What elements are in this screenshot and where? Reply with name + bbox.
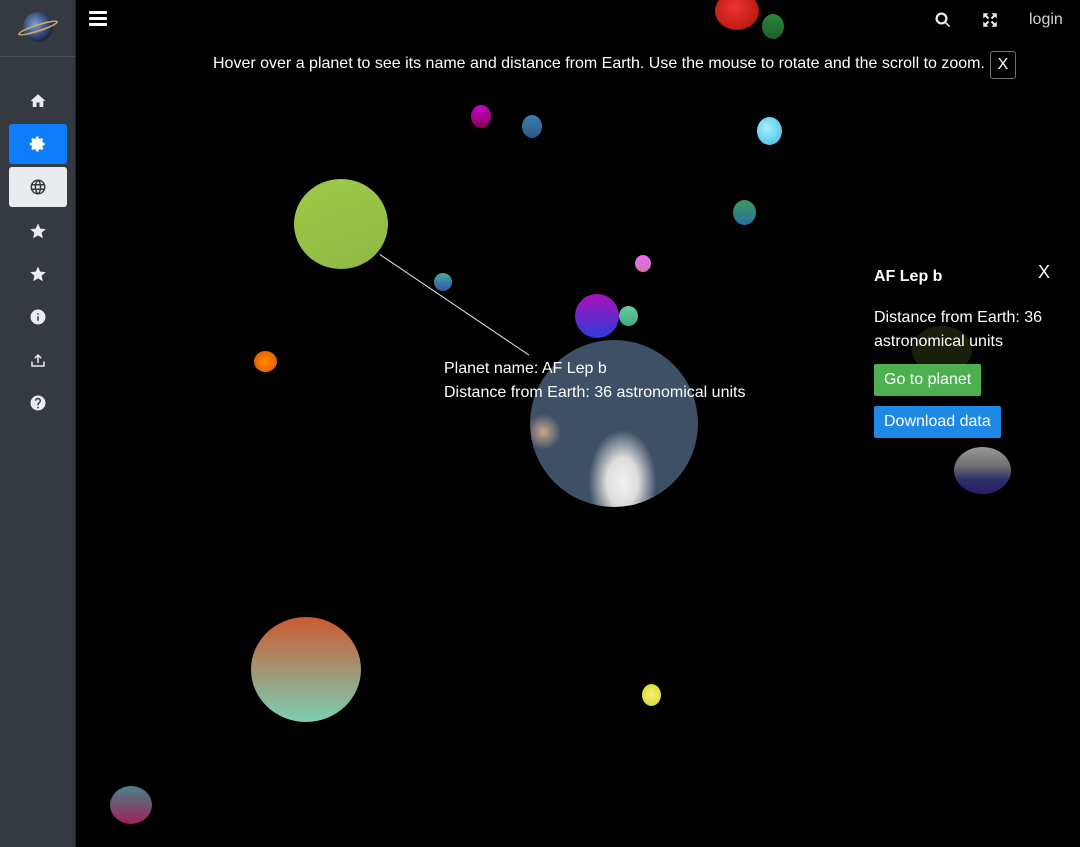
planet[interactable] bbox=[251, 617, 361, 722]
sidebar-item-globe[interactable] bbox=[9, 167, 67, 207]
fullscreen-button[interactable] bbox=[981, 11, 999, 29]
planet[interactable] bbox=[522, 115, 542, 138]
planet-logo[interactable] bbox=[23, 12, 53, 42]
planet[interactable] bbox=[575, 294, 619, 338]
sidebar-item-home[interactable] bbox=[9, 81, 67, 121]
tooltip-name: Planet name: AF Lep b bbox=[444, 360, 607, 377]
planet[interactable] bbox=[757, 117, 782, 145]
sidebar-item-upload[interactable] bbox=[9, 340, 67, 380]
tooltip-distance: Distance from Earth: 36 astronomical uni… bbox=[444, 384, 746, 401]
expand-icon bbox=[983, 13, 997, 27]
instructions-text: Hover over a planet to see its name and … bbox=[213, 55, 985, 72]
sidebar-item-info[interactable] bbox=[9, 297, 67, 337]
planet[interactable] bbox=[733, 200, 756, 225]
info-icon bbox=[30, 309, 46, 325]
panel-title: AF Lep b bbox=[874, 268, 943, 285]
help-icon bbox=[30, 395, 46, 411]
planet[interactable] bbox=[110, 786, 152, 824]
upload-icon bbox=[31, 354, 45, 367]
planet[interactable] bbox=[642, 684, 661, 706]
sidebar-item-starred[interactable] bbox=[9, 254, 67, 294]
hint-close-button[interactable]: X bbox=[990, 51, 1016, 79]
search-button[interactable] bbox=[934, 11, 952, 29]
logo-area bbox=[0, 0, 75, 57]
go-to-planet-button[interactable]: Go to planet bbox=[874, 364, 982, 396]
sidebar-item-settings[interactable] bbox=[9, 124, 67, 164]
sidebar-item-favorites[interactable] bbox=[9, 211, 67, 251]
planet-tooltip: Planet name: AF Lep b Distance from Eart… bbox=[444, 357, 745, 405]
home-icon bbox=[30, 94, 46, 107]
planet[interactable] bbox=[471, 105, 491, 128]
download-data-button[interactable]: Download data bbox=[874, 406, 1001, 438]
globe-icon bbox=[30, 179, 46, 195]
gear-icon bbox=[29, 136, 45, 152]
panel-distance: Distance from Earth: 36 astronomical uni… bbox=[874, 309, 1043, 350]
planet[interactable] bbox=[715, 0, 759, 30]
star-icon bbox=[30, 266, 46, 282]
sidebar-item-help[interactable] bbox=[9, 383, 67, 423]
hamburger-menu-icon[interactable] bbox=[89, 11, 107, 29]
planet-af-lep-b[interactable] bbox=[294, 179, 388, 269]
hover-connector-line bbox=[379, 254, 530, 356]
sidebar bbox=[0, 0, 76, 847]
planet[interactable] bbox=[254, 351, 277, 372]
star-icon bbox=[30, 223, 46, 239]
planet[interactable] bbox=[434, 273, 452, 291]
planet[interactable] bbox=[619, 306, 638, 326]
planet[interactable] bbox=[762, 14, 784, 39]
planet-info-panel: AF Lep b Distance from Earth: 36 astrono… bbox=[874, 268, 1064, 448]
search-icon bbox=[935, 12, 951, 28]
planet[interactable] bbox=[954, 447, 1011, 494]
login-link[interactable]: login bbox=[1029, 11, 1063, 29]
planet[interactable] bbox=[635, 255, 651, 272]
